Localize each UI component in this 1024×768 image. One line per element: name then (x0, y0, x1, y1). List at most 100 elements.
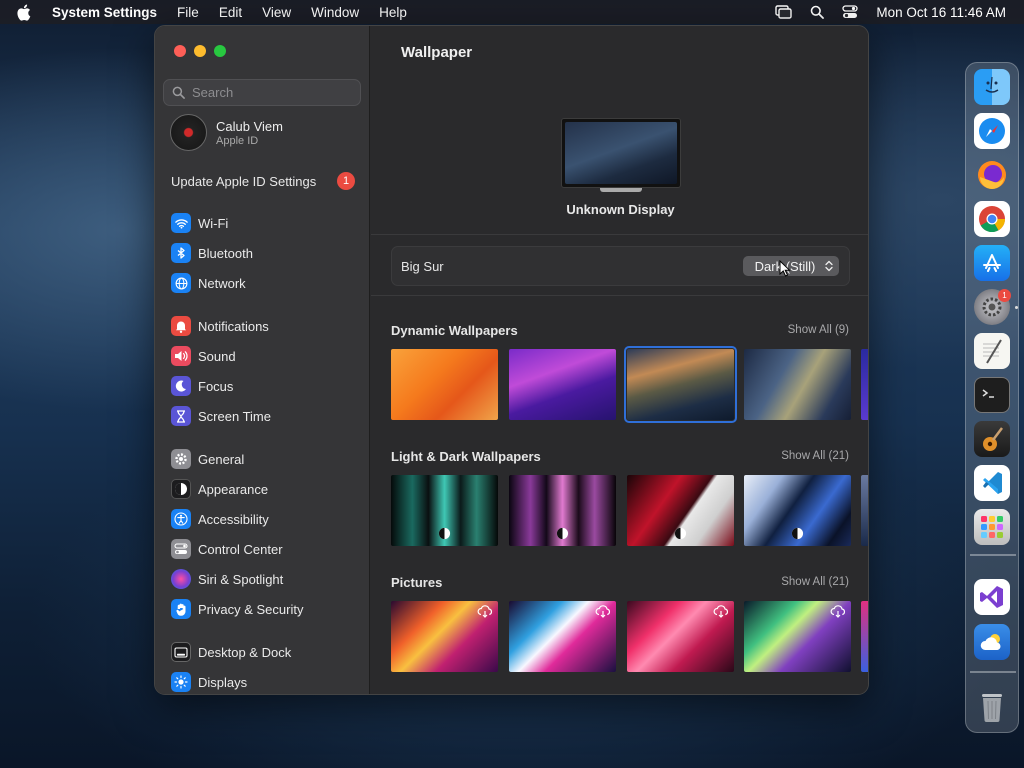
window-controls (174, 45, 226, 57)
sidebar-item-label: Notifications (198, 318, 269, 334)
display-name: Unknown Display (566, 202, 675, 217)
section-title-light-dark: Light & Dark Wallpapers (391, 449, 541, 464)
dock-terminal-icon[interactable] (974, 377, 1010, 413)
dock-finder-icon[interactable] (974, 69, 1010, 105)
wallpaper-thumb-light-dark-4[interactable] (744, 475, 851, 546)
wallpaper-thumb-monterey[interactable] (509, 349, 616, 420)
display-stand (600, 188, 642, 192)
sidebar-item-wifi[interactable]: Wi-Fi (171, 212, 228, 234)
divider (371, 234, 868, 235)
sidebar-item-control-center[interactable]: Control Center (171, 538, 283, 560)
wallpaper-thumb-partial[interactable] (861, 601, 868, 672)
apple-id-profile[interactable]: Calub Viem Apple ID (170, 114, 283, 151)
sidebar-item-label: Appearance (198, 481, 269, 497)
sidebar-item-general[interactable]: General (171, 448, 244, 470)
sidebar-item-label: Bluetooth (198, 245, 253, 261)
wallpaper-thumb-ventura[interactable] (391, 349, 498, 420)
dock-garageband-icon[interactable] (974, 421, 1010, 457)
dock-app-store-icon[interactable] (974, 245, 1010, 281)
wallpaper-thumb-light-dark-2[interactable] (509, 475, 616, 546)
close-button[interactable] (174, 45, 186, 57)
wallpaper-thumb-partial[interactable] (861, 349, 868, 420)
dock-weather-icon[interactable] (974, 624, 1010, 660)
wallpaper-thumb-picture-2[interactable] (509, 601, 616, 672)
dock-separator (970, 554, 1016, 556)
wallpaper-thumb-light-dark-1[interactable] (391, 475, 498, 546)
sidebar-item-label: General (198, 451, 245, 467)
show-all-dynamic[interactable]: Show All (9) (788, 324, 849, 336)
wallpaper-pane: Wallpaper Unknown Display Big Sur Dark (… (371, 26, 868, 694)
gear-icon (171, 449, 191, 469)
hand-icon (171, 599, 191, 619)
dock-launchpad-icon[interactable] (974, 509, 1010, 545)
dock-visual-studio-icon[interactable] (974, 579, 1010, 615)
control-center-icon[interactable] (842, 5, 859, 19)
apple-menu-icon[interactable] (16, 4, 34, 21)
search-placeholder: Search (192, 85, 234, 100)
dock-safari-icon[interactable] (974, 113, 1010, 149)
display-preview (561, 118, 681, 188)
screen-mirroring-icon[interactable] (775, 5, 793, 19)
notification-badge: 1 (337, 172, 355, 190)
wallpaper-thumb-partial[interactable] (861, 475, 868, 546)
update-label: Update Apple ID Settings (171, 173, 317, 189)
dock-firefox-icon[interactable] (974, 157, 1010, 193)
profile-subtitle: Apple ID (216, 134, 259, 147)
mouse-cursor-icon (779, 260, 791, 277)
cloud-download-icon (713, 605, 729, 618)
sidebar-item-siri-spotlight[interactable]: Siri & Spotlight (171, 568, 283, 590)
sidebar-item-privacy-security[interactable]: Privacy & Security (171, 598, 303, 620)
spotlight-search-icon[interactable] (810, 5, 825, 19)
sidebar-item-displays[interactable]: Displays (171, 671, 247, 693)
dock: 1 (965, 62, 1019, 733)
dock-icon (171, 642, 191, 662)
dock-vscode-icon[interactable] (974, 465, 1010, 501)
siri-icon (171, 569, 191, 589)
wallpaper-thumb-picture-3[interactable] (627, 601, 734, 672)
sidebar: Search Calub Viem Apple ID Update Apple … (155, 26, 370, 694)
menu-app-name[interactable]: System Settings (52, 5, 157, 20)
dock-trash-icon[interactable] (974, 689, 1010, 725)
menu-window[interactable]: Window (311, 5, 359, 20)
cloud-download-icon (595, 605, 611, 618)
sidebar-item-label: Wi-Fi (198, 215, 229, 231)
appearance-mode-popup[interactable]: Dark (Still) (743, 256, 839, 276)
sidebar-item-label: Displays (198, 674, 248, 690)
zoom-button[interactable] (214, 45, 226, 57)
bluetooth-icon (171, 243, 191, 263)
sidebar-item-bluetooth[interactable]: Bluetooth (171, 242, 253, 264)
sidebar-item-label: Focus (198, 378, 234, 394)
menu-edit[interactable]: Edit (219, 5, 242, 20)
menu-file[interactable]: File (177, 5, 199, 20)
menu-help[interactable]: Help (379, 5, 407, 20)
sidebar-item-notifications[interactable]: Notifications (171, 315, 269, 337)
sidebar-item-screen-time[interactable]: Screen Time (171, 405, 271, 427)
hourglass-icon (171, 406, 191, 426)
dock-chrome-icon[interactable] (974, 201, 1010, 237)
wallpaper-thumb-light-dark-3[interactable] (627, 475, 734, 546)
sidebar-item-sound[interactable]: Sound (171, 345, 236, 367)
sidebar-item-label: Sound (198, 348, 236, 364)
sidebar-item-appearance[interactable]: Appearance (171, 478, 268, 500)
menu-view[interactable]: View (262, 5, 291, 20)
wallpaper-thumb-picture-4[interactable] (744, 601, 851, 672)
search-field[interactable]: Search (163, 79, 361, 106)
globe-icon (171, 273, 191, 293)
update-apple-id-settings[interactable]: Update Apple ID Settings 1 (171, 172, 355, 190)
section-title-dynamic: Dynamic Wallpapers (391, 323, 518, 338)
wallpaper-thumb-big-sur-selected[interactable] (624, 346, 737, 423)
dock-settings-badge: 1 (998, 289, 1011, 302)
sidebar-item-desktop-dock[interactable]: Desktop & Dock (171, 641, 291, 663)
wallpaper-thumb-picture-1[interactable] (391, 601, 498, 672)
minimize-button[interactable] (194, 45, 206, 57)
dock-textedit-icon[interactable] (974, 333, 1010, 369)
show-all-light-dark[interactable]: Show All (21) (781, 450, 849, 462)
clock[interactable]: Mon Oct 16 11:46 AM (876, 5, 1006, 20)
sidebar-item-focus[interactable]: Focus (171, 375, 233, 397)
sidebar-item-network[interactable]: Network (171, 272, 246, 294)
accessibility-icon (171, 509, 191, 529)
show-all-pictures[interactable]: Show All (21) (781, 576, 849, 588)
sidebar-item-label: Accessibility (198, 511, 269, 527)
wallpaper-thumb-catalina[interactable] (744, 349, 851, 420)
sidebar-item-accessibility[interactable]: Accessibility (171, 508, 269, 530)
